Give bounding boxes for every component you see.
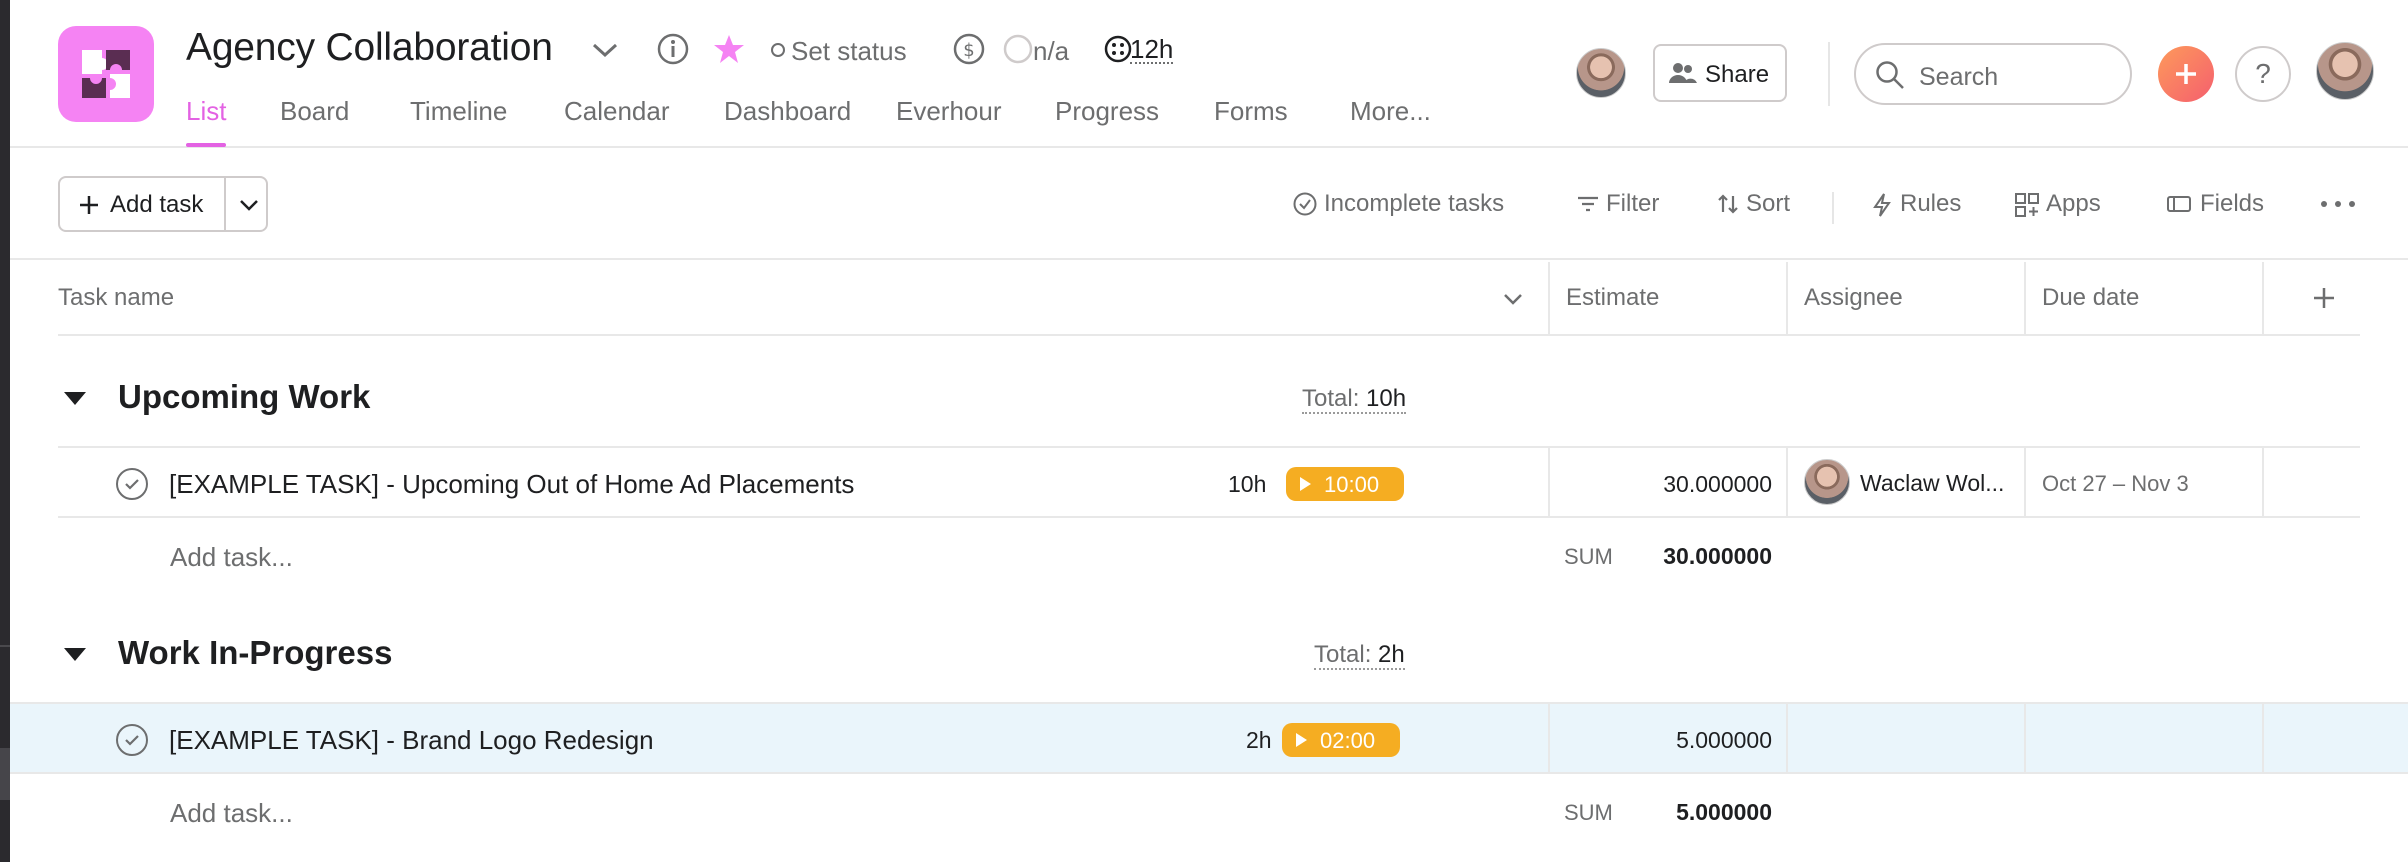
start-timer-button[interactable]: 10:00 [1286, 467, 1404, 501]
check-circle-icon [1293, 192, 1317, 216]
task-time-logged: 2h [1246, 727, 1272, 753]
column-estimate[interactable]: Estimate [1566, 284, 1659, 312]
chevron-down-icon[interactable] [1502, 292, 1524, 306]
share-label: Share [1705, 61, 1770, 88]
section-total: Total: 2h [1314, 642, 1405, 670]
estimate-cell[interactable]: 30.000000 [1558, 471, 1772, 498]
chevron-down-icon[interactable] [590, 40, 620, 60]
play-icon [1296, 733, 1307, 747]
tab-dashboard[interactable]: Dashboard [724, 96, 851, 127]
table-row[interactable]: [EXAMPLE TASK] - Brand Logo Redesign 2h … [10, 702, 2408, 774]
toolbar-divider [1832, 192, 1834, 224]
apps-icon [2015, 193, 2039, 217]
list-toolbar: Add task Incomplete tasks Filter Sort Ru… [10, 148, 2408, 260]
task-name[interactable]: [EXAMPLE TASK] - Upcoming Out of Home Ad… [169, 469, 854, 500]
lightning-icon [1873, 193, 1891, 217]
total-label: Total: [1314, 641, 1372, 668]
chevron-down-icon[interactable] [238, 198, 260, 212]
plus-icon [80, 196, 98, 214]
rules-button[interactable]: Rules [1900, 190, 1961, 218]
empty-circle-icon[interactable] [1002, 33, 1034, 65]
section-title[interactable]: Work In-Progress [118, 634, 392, 672]
add-column-icon[interactable] [2312, 286, 2336, 310]
sort-icon [1718, 194, 1738, 214]
tab-progress[interactable]: Progress [1055, 96, 1159, 127]
tab-more[interactable]: More... [1350, 96, 1431, 127]
everhour-clock-icon[interactable] [1103, 34, 1133, 64]
tab-list[interactable]: List [186, 96, 227, 147]
play-icon [1300, 477, 1311, 491]
column-due-date[interactable]: Due date [2042, 284, 2139, 312]
share-button[interactable]: Share [1653, 44, 1787, 102]
fields-icon [2167, 196, 2191, 212]
total-value: 10h [1366, 385, 1407, 412]
project-logo-icon[interactable] [58, 26, 154, 122]
info-icon[interactable] [656, 32, 690, 66]
search-input[interactable]: Search [1854, 43, 2132, 105]
help-button[interactable]: ? [2235, 46, 2291, 102]
set-status-button[interactable]: Set status [791, 36, 907, 67]
section-title[interactable]: Upcoming Work [118, 378, 370, 416]
table-row[interactable]: [EXAMPLE TASK] - Upcoming Out of Home Ad… [58, 446, 2360, 518]
sort-button[interactable]: Sort [1746, 190, 1790, 218]
dollar-icon[interactable]: $ [952, 32, 986, 66]
svg-text:$: $ [963, 40, 974, 61]
sum-value: 5.000000 [1676, 799, 1772, 825]
project-time-total[interactable]: 12h [1130, 36, 1174, 64]
search-icon [1876, 61, 1904, 89]
apps-button[interactable]: Apps [2046, 190, 2101, 218]
add-task-button[interactable]: Add task [60, 178, 226, 230]
user-avatar[interactable] [2316, 42, 2374, 100]
total-value: 2h [1378, 641, 1405, 668]
filter-button[interactable]: Filter [1606, 190, 1659, 218]
incomplete-tasks-filter[interactable]: Incomplete tasks [1324, 190, 1504, 218]
table-header: Task name Estimate Assignee Due date [58, 262, 2360, 336]
tab-board[interactable]: Board [280, 96, 349, 127]
start-timer-button[interactable]: 02:00 [1282, 723, 1400, 757]
complete-checkbox-icon[interactable] [116, 724, 148, 756]
estimate-cell[interactable]: 5.000000 [1558, 727, 1772, 754]
task-time-logged: 10h [1228, 471, 1267, 497]
tab-timeline[interactable]: Timeline [410, 96, 507, 127]
due-date-cell[interactable]: Oct 27 – Nov 3 [2042, 471, 2189, 497]
tab-calendar[interactable]: Calendar [564, 96, 670, 127]
column-task-name[interactable]: Task name [58, 284, 174, 312]
status-circle-icon[interactable] [770, 42, 786, 58]
filter-icon [1578, 196, 1598, 212]
timer-label: 10:00 [1324, 472, 1380, 497]
header-divider [1828, 42, 1830, 106]
complete-checkbox-icon[interactable] [116, 468, 148, 500]
create-button[interactable] [2158, 46, 2214, 102]
tab-forms[interactable]: Forms [1214, 96, 1288, 127]
total-label: Total: [1302, 385, 1360, 412]
search-placeholder: Search [1919, 63, 1999, 91]
add-task-split-button: Add task [58, 176, 268, 232]
collapse-caret-icon[interactable] [64, 392, 86, 405]
fields-button[interactable]: Fields [2200, 190, 2264, 218]
more-options-icon[interactable] [2320, 200, 2356, 208]
tab-everhour[interactable]: Everhour [896, 96, 1002, 127]
plus-icon [2176, 64, 2196, 84]
star-icon[interactable] [712, 32, 746, 66]
left-app-rail [0, 0, 10, 862]
timer-label: 02:00 [1320, 728, 1376, 753]
assignee-cell[interactable]: Waclaw Wol... [1860, 470, 2004, 497]
add-task-inline[interactable]: Add task... [170, 798, 293, 829]
cost-value: n/a [1033, 36, 1070, 66]
add-task-label: Add task [110, 191, 204, 218]
member-avatar[interactable] [1576, 48, 1626, 98]
collapse-caret-icon[interactable] [64, 648, 86, 661]
assignee-avatar [1804, 459, 1850, 505]
add-task-inline[interactable]: Add task... [170, 542, 293, 573]
project-title[interactable]: Agency Collaboration [186, 26, 553, 70]
people-icon [1669, 63, 1697, 83]
section-total: Total: 10h [1302, 385, 1407, 414]
column-assignee[interactable]: Assignee [1804, 284, 1903, 312]
project-header: Agency Collaboration Set status $ n/a 12… [10, 0, 2408, 148]
task-name[interactable]: [EXAMPLE TASK] - Brand Logo Redesign [169, 725, 654, 756]
sum-value: 30.000000 [1663, 543, 1772, 569]
